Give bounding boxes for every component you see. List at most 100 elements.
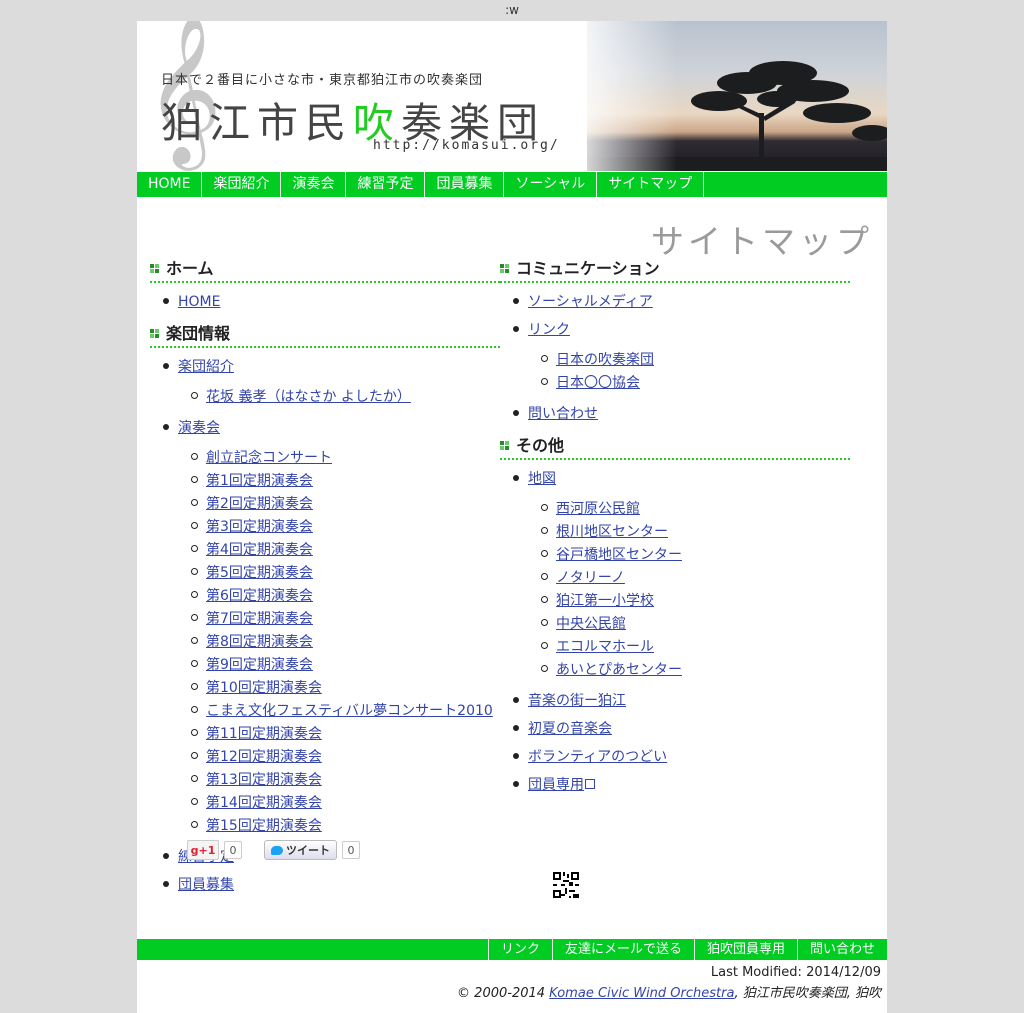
list-item: 創立記念コンサート	[178, 447, 500, 468]
list-item: 日本〇〇協会	[528, 372, 850, 393]
list-item: 第11回定期演奏会	[178, 723, 500, 744]
list-item: 日本の吹奏楽団	[528, 349, 850, 370]
section-bullet-icon	[500, 441, 510, 451]
info-list: 楽団紹介 花坂 義孝（はなさか よしたか） 演奏会 創立記念コンサート 第1回定期…	[150, 356, 500, 895]
tweet-button[interactable]: ツイート	[264, 840, 337, 860]
list-item: 第13回定期演奏会	[178, 769, 500, 790]
map-location-link[interactable]: エコルマホール	[556, 639, 654, 655]
concert-link[interactable]: 第13回定期演奏会	[206, 772, 322, 788]
site-tagline: 日本で２番目に小さな市・東京都狛江市の吹奏楽団	[161, 73, 484, 88]
list-item: 西河原公民館	[528, 498, 850, 519]
last-modified: Last Modified: 2014/12/09	[710, 965, 881, 980]
map-sublist: 西河原公民館根川地区センター 谷戸橋地区センター ノタリーノ狛江第一小学校 中央公民館…	[528, 498, 850, 680]
sitemap-right-column: コミュニケーション ソーシャルメディア リンク 日本の吹奏楽団 日本〇〇協会 問…	[500, 259, 850, 807]
concert-link[interactable]: 創立記念コンサート	[206, 450, 332, 466]
page-title: サイトマップ	[651, 222, 873, 261]
link-summer-concert[interactable]: 初夏の音楽会	[528, 721, 612, 737]
concert-sublist: 創立記念コンサート 第1回定期演奏会 第2回定期演奏会 第3回定期演奏会 第4回定期演奏…	[178, 447, 500, 836]
nav-social[interactable]: ソーシャル	[504, 172, 598, 197]
link-band-intro[interactable]: 楽団紹介	[178, 359, 234, 375]
main-nav: HOME 楽団紹介 演奏会 練習予定 団員募集 ソーシャル サイトマップ	[137, 171, 887, 197]
map-location-link[interactable]: 根川地区センター	[556, 524, 668, 540]
link-contact[interactable]: 問い合わせ	[528, 406, 598, 422]
link-volunteer[interactable]: ボランティアのつどい	[528, 749, 667, 765]
link-concerts[interactable]: 演奏会	[178, 420, 220, 436]
gplus-count: 0	[224, 841, 242, 859]
list-item: 第4回定期演奏会	[178, 539, 500, 560]
list-item: 第3回定期演奏会	[178, 516, 500, 537]
list-item: エコルマホール	[528, 636, 850, 657]
nav-about[interactable]: 楽団紹介	[202, 172, 282, 197]
concert-link[interactable]: 第1回定期演奏会	[206, 473, 313, 489]
concert-link[interactable]: 第11回定期演奏会	[206, 726, 322, 742]
link-map[interactable]: 地図	[528, 471, 556, 487]
nav-recruit[interactable]: 団員募集	[425, 172, 505, 197]
list-item: 第12回定期演奏会	[178, 746, 500, 767]
nav-concerts[interactable]: 演奏会	[281, 172, 347, 197]
footer-link-members[interactable]: 狛吹団員専用	[693, 939, 797, 960]
link-members-only[interactable]: 団員専用	[528, 777, 595, 793]
link-conductor[interactable]: 花坂 義孝（はなさか よしたか）	[206, 389, 411, 405]
concert-link[interactable]: 第2回定期演奏会	[206, 496, 313, 512]
concert-link[interactable]: 第15回定期演奏会	[206, 818, 322, 834]
intro-sublist: 花坂 義孝（はなさか よしたか）	[178, 386, 500, 407]
concert-link[interactable]: 第5回定期演奏会	[206, 565, 313, 581]
map-location-link[interactable]: ノタリーノ	[556, 570, 625, 586]
list-item: 谷戸橋地区センター	[528, 544, 850, 565]
concert-link[interactable]: 第3回定期演奏会	[206, 519, 313, 535]
map-location-link[interactable]: 中央公民館	[556, 616, 626, 632]
footer-link-contact[interactable]: 問い合わせ	[796, 939, 887, 960]
link-home[interactable]: HOME	[178, 294, 220, 310]
link-japan-association[interactable]: 日本〇〇協会	[556, 375, 640, 391]
list-item: ソーシャルメディア	[500, 291, 850, 312]
nav-sitemap[interactable]: サイトマップ	[597, 172, 705, 197]
qr-code-image	[553, 872, 579, 898]
concert-link[interactable]: 第10回定期演奏会	[206, 680, 322, 696]
list-item: 第9回定期演奏会	[178, 654, 500, 675]
footer-link-email-friend[interactable]: 友達にメールで送る	[551, 939, 694, 960]
list-item: ノタリーノ	[528, 567, 850, 588]
section-home-title: ホーム	[150, 259, 500, 283]
concert-link[interactable]: 第9回定期演奏会	[206, 657, 313, 673]
list-item: 演奏会 創立記念コンサート 第1回定期演奏会 第2回定期演奏会 第3回定期演奏会 第4回…	[150, 417, 500, 836]
concert-link[interactable]: 第8回定期演奏会	[206, 634, 313, 650]
social-buttons: g +1 0 ツイート 0	[187, 840, 360, 860]
list-item: リンク 日本の吹奏楽団 日本〇〇協会	[500, 319, 850, 393]
map-location-link[interactable]: 谷戸橋地区センター	[556, 547, 682, 563]
other-list: 地図 西河原公民館根川地区センター 谷戸橋地区センター ノタリーノ狛江第一小学校 中央…	[500, 468, 850, 795]
list-item: 花坂 義孝（はなさか よしたか）	[178, 386, 500, 407]
list-item: 第8回定期演奏会	[178, 631, 500, 652]
link-music-town[interactable]: 音楽の街ー狛江	[528, 693, 626, 709]
list-item: 根川地区センター	[528, 521, 850, 542]
concert-link[interactable]: 第14回定期演奏会	[206, 795, 322, 811]
site-url: http://komasui.org/	[373, 138, 560, 153]
concert-link[interactable]: 第6回定期演奏会	[206, 588, 313, 604]
copyright-link[interactable]: Komae Civic Wind Orchestra	[549, 986, 734, 1001]
list-item: こまえ文化フェスティバル夢コンサート2010	[178, 700, 500, 721]
link-links[interactable]: リンク	[528, 322, 570, 338]
list-item: 第7回定期演奏会	[178, 608, 500, 629]
map-location-link[interactable]: 西河原公民館	[556, 501, 640, 517]
concert-link[interactable]: こまえ文化フェスティバル夢コンサート2010	[206, 703, 493, 719]
map-location-link[interactable]: あいとぴあセンター	[556, 662, 682, 678]
map-location-link[interactable]: 狛江第一小学校	[556, 593, 654, 609]
list-item: 第6回定期演奏会	[178, 585, 500, 606]
link-recruit[interactable]: 団員募集	[178, 877, 234, 893]
link-japan-bands[interactable]: 日本の吹奏楽団	[556, 352, 654, 368]
section-bullet-icon	[150, 329, 160, 339]
link-social-media[interactable]: ソーシャルメディア	[528, 294, 653, 310]
nav-home[interactable]: HOME	[137, 172, 203, 197]
concert-link[interactable]: 第12回定期演奏会	[206, 749, 322, 765]
home-list: HOME	[150, 291, 500, 312]
section-info-title: 楽団情報	[150, 324, 500, 348]
list-item: 第1回定期演奏会	[178, 470, 500, 491]
footer-link-links[interactable]: リンク	[487, 939, 552, 960]
list-item: 第14回定期演奏会	[178, 792, 500, 813]
gplus-button[interactable]: g +1	[187, 840, 219, 860]
list-item: 第5回定期演奏会	[178, 562, 500, 583]
list-item: 中央公民館	[528, 613, 850, 634]
nav-practice[interactable]: 練習予定	[346, 172, 426, 197]
list-item: 団員募集	[150, 874, 500, 895]
concert-link[interactable]: 第4回定期演奏会	[206, 542, 313, 558]
concert-link[interactable]: 第7回定期演奏会	[206, 611, 313, 627]
